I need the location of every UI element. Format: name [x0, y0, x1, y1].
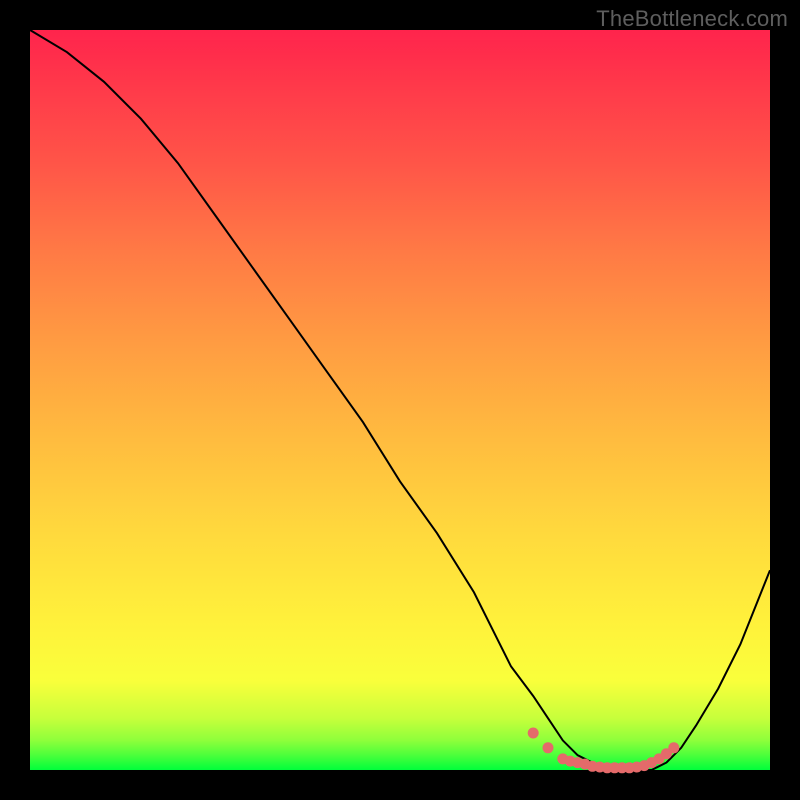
chart-svg: [30, 30, 770, 770]
marker-point: [543, 742, 554, 753]
plot-area: [30, 30, 770, 770]
bottleneck-curve: [30, 30, 770, 770]
figure-outer: TheBottleneck.com: [0, 0, 800, 800]
marker-point: [668, 742, 679, 753]
watermark-text: TheBottleneck.com: [596, 6, 788, 32]
marker-point: [528, 728, 539, 739]
